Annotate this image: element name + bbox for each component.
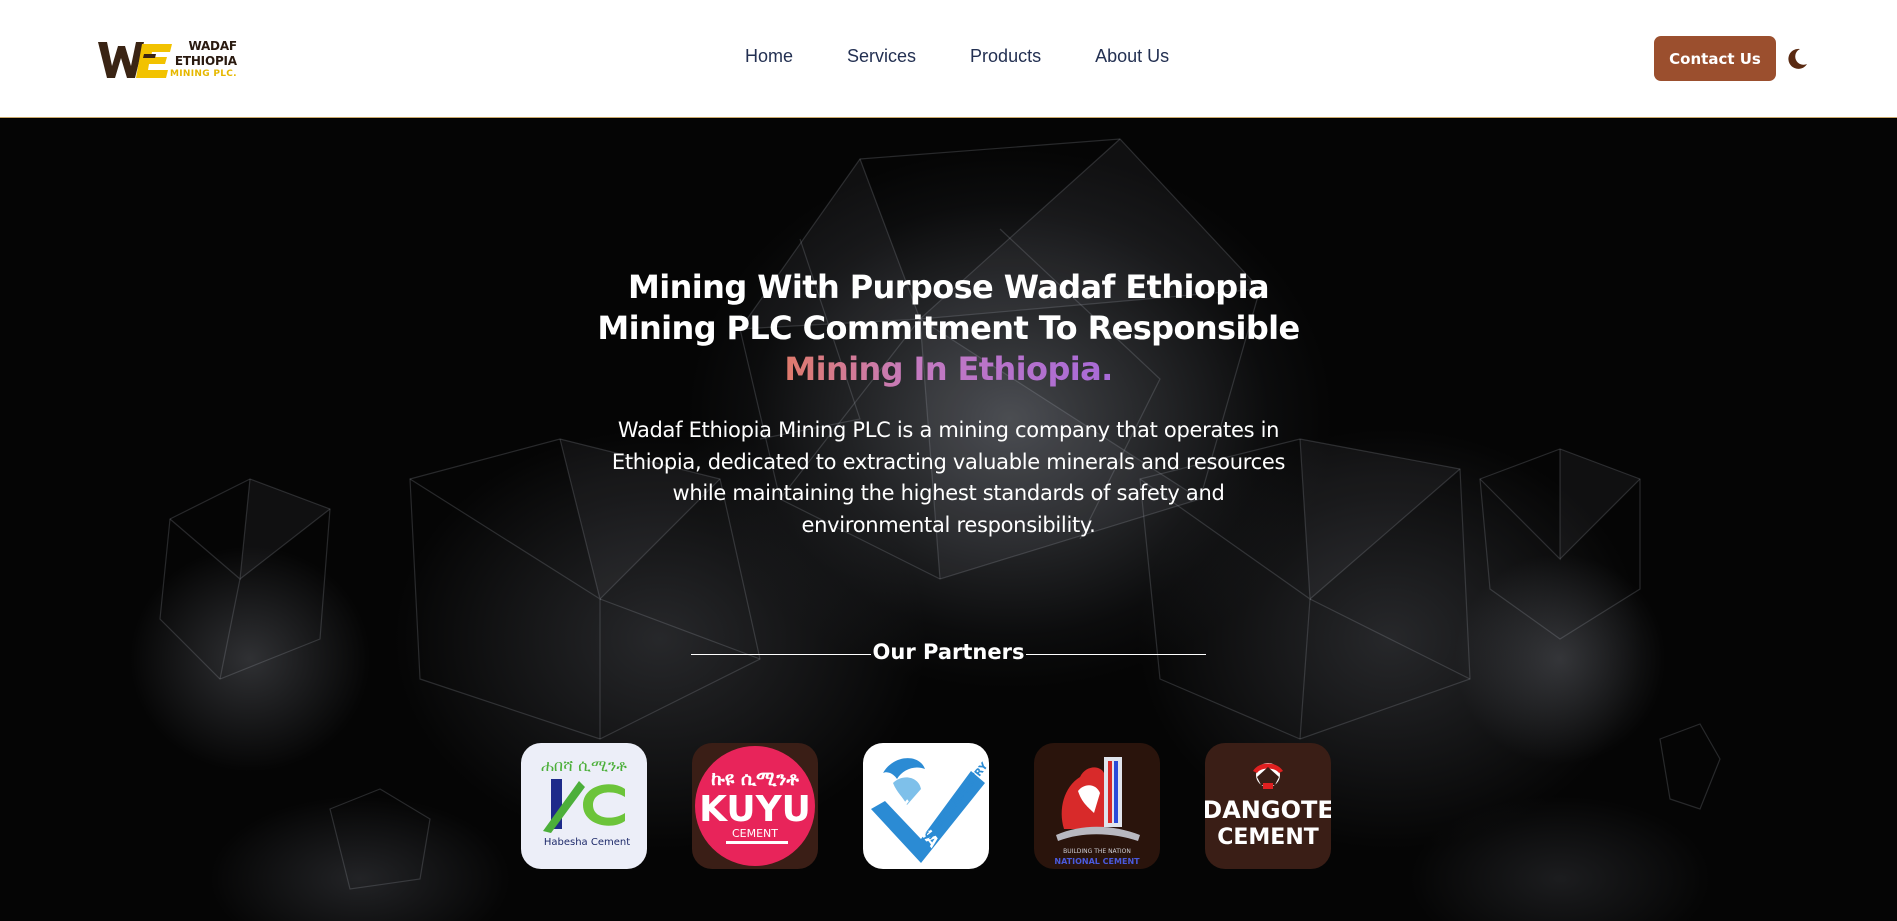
partner-kuyu-amharic: ኩዩ ሲሚንቶ — [711, 768, 799, 790]
partner-kuyu-name: KUYU — [699, 789, 811, 830]
nav-about-us[interactable]: About Us — [1095, 46, 1169, 67]
hero-section: Mining With Purpose Wadaf Ethiopia Minin… — [0, 119, 1897, 921]
logo-line-ethiopia: ETHIOPIA — [174, 54, 237, 68]
partner-habesha-amharic: ሐበሻ ሲሚንቶ — [541, 756, 627, 775]
partners-divider-right — [1026, 654, 1206, 655]
partners-heading: Our Partners — [691, 640, 1206, 670]
nav-home[interactable]: Home — [745, 46, 793, 67]
partner-national-tagline: BUILDING THE NATION — [1063, 848, 1131, 855]
logo-line-wadaf: WADAF — [188, 39, 237, 53]
partner-logo-dangote-cement[interactable]: DANGOTE CEMENT — [1205, 743, 1331, 869]
partner-habesha-name: Habesha Cement — [544, 837, 630, 848]
hero-headline: Mining With Purpose Wadaf Ethiopia Minin… — [590, 267, 1307, 390]
partner-national-sub: NATIONAL CEMENT — [1054, 857, 1140, 866]
partner-logo-kuyu-cement[interactable]: ኩዩ ሲሚንቶ KUYU CEMENT — [692, 743, 818, 869]
nav-products[interactable]: Products — [970, 46, 1041, 67]
main-nav: Home Services Products About Us — [745, 46, 1169, 67]
company-logo[interactable]: WADAF ETHIOPIA MINING PLC. — [98, 36, 243, 84]
logo-mark-icon — [98, 42, 172, 78]
hero-headline-main: Mining With Purpose Wadaf Ethiopia Minin… — [597, 268, 1300, 347]
contact-us-button[interactable]: Contact Us — [1654, 36, 1776, 81]
hero-description: Wadaf Ethiopia Mining PLC is a mining co… — [611, 418, 1286, 537]
nav-services[interactable]: Services — [847, 46, 916, 67]
hero-headline-accent: Mining In Ethiopia. — [784, 350, 1113, 388]
partner-dangote-name: DANGOTE — [1205, 796, 1331, 824]
partner-logo-walia-steel[interactable]: WALIA STEEL INDUSTRY — [863, 743, 989, 869]
partner-logo-habesha-cement[interactable]: ሐበሻ ሲሚንቶ Habesha Cement — [521, 743, 647, 869]
partner-kuyu-sub: CEMENT — [732, 827, 778, 840]
partner-logo-national-cement[interactable]: BUILDING THE NATION NATIONAL CEMENT — [1034, 743, 1160, 869]
site-header: WADAF ETHIOPIA MINING PLC. Home Services… — [0, 0, 1897, 118]
partner-dangote-sub: CEMENT — [1217, 825, 1319, 850]
moon-icon[interactable] — [1784, 46, 1810, 72]
logo-line-mining-plc: MINING PLC. — [170, 69, 237, 79]
partners-title: Our Partners — [872, 640, 1025, 664]
logo-wordmark: WADAF ETHIOPIA MINING PLC. — [170, 39, 237, 79]
